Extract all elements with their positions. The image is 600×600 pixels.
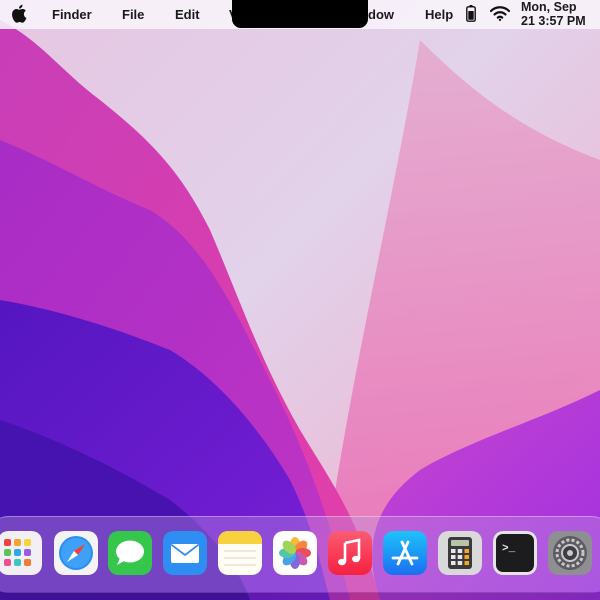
- clock-time: 21 3:57 PM: [521, 14, 586, 28]
- terminal-icon[interactable]: >_: [493, 531, 537, 575]
- photos-icon[interactable]: [273, 531, 317, 575]
- safari-icon[interactable]: [54, 531, 98, 575]
- mail-icon[interactable]: [163, 531, 207, 575]
- menu-edit[interactable]: Edit: [175, 7, 200, 22]
- wallpaper: [0, 0, 600, 600]
- camera-notch: [232, 0, 368, 28]
- menu-bar: Finder File Edit V dow Help Mon, Sep 21 …: [0, 0, 600, 29]
- desktop: Finder File Edit V dow Help Mon, Sep 21 …: [0, 0, 600, 600]
- menu-file[interactable]: File: [122, 7, 144, 22]
- menu-bar-clock[interactable]: Mon, Sep 21 3:57 PM: [521, 0, 600, 28]
- system-preferences-icon[interactable]: [548, 531, 592, 575]
- wifi-icon[interactable]: [490, 6, 510, 21]
- music-icon[interactable]: [328, 531, 372, 575]
- notes-icon[interactable]: [218, 531, 262, 575]
- terminal-prompt: >_: [502, 543, 516, 555]
- menu-help[interactable]: Help: [425, 7, 453, 22]
- app-name-finder[interactable]: Finder: [52, 7, 92, 22]
- screen-bottom-edge: [0, 592, 600, 600]
- app-store-icon[interactable]: [383, 531, 427, 575]
- clock-date: Mon, Sep: [521, 0, 577, 14]
- menu-window[interactable]: dow: [368, 7, 394, 22]
- launchpad-icon[interactable]: [0, 531, 42, 575]
- calculator-icon[interactable]: [438, 531, 482, 575]
- battery-icon[interactable]: [466, 5, 476, 22]
- apple-menu-icon[interactable]: [11, 4, 27, 23]
- messages-icon[interactable]: [108, 531, 152, 575]
